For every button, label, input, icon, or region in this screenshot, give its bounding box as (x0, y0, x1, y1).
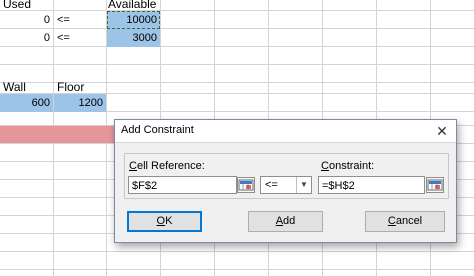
cell-reference-label-text: ell Reference: (136, 160, 205, 172)
wall-value-cell[interactable]: 600 (0, 94, 53, 112)
add-button-label: dd (283, 215, 296, 227)
constraint-input[interactable]: =$H$2 (318, 176, 425, 194)
range-select-icon[interactable] (426, 177, 444, 193)
available-cell-row1[interactable]: 10000 (107, 11, 160, 29)
cancel-button[interactable]: Cancel (365, 211, 445, 232)
used-cell-row2[interactable]: 0 (0, 29, 50, 47)
close-icon[interactable]: ✕ (432, 122, 452, 140)
dialog-title: Add Constraint (121, 124, 194, 136)
operator-select-value: <= (265, 179, 278, 191)
cell-reference-label: Cell Reference: (129, 160, 205, 172)
row-divider (0, 251, 474, 252)
constraint-label: Constraint: (321, 160, 374, 172)
row-divider (0, 269, 474, 270)
chevron-down-icon[interactable]: ▼ (296, 177, 311, 193)
constraint-label-text: onstraint: (328, 160, 375, 172)
dialog-titlebar[interactable]: Add Constraint ✕ (115, 120, 456, 143)
cancel-button-label: ancel (395, 215, 423, 227)
add-button[interactable]: Add (248, 211, 323, 232)
add-constraint-dialog: Add Constraint ✕ Cell Reference: $F$2 <=… (114, 119, 457, 243)
operator-cell-row1[interactable]: <= (57, 11, 105, 29)
constraint-label-accesskey: C (321, 160, 329, 172)
ok-button-label: K (165, 215, 173, 227)
cell-reference-input[interactable]: $F$2 (128, 176, 237, 194)
operator-select[interactable]: <= ▼ (260, 176, 312, 194)
available-cell-row2[interactable]: 3000 (107, 29, 160, 47)
cancel-button-accesskey: C (387, 215, 396, 227)
range-select-icon[interactable] (237, 177, 255, 193)
used-cell-row1[interactable]: 0 (0, 11, 50, 29)
cell-reference-label-accesskey: C (129, 160, 137, 172)
floor-value-cell[interactable]: 1200 (54, 94, 106, 112)
operator-cell-row2[interactable]: <= (57, 29, 105, 47)
add-button-accesskey: A (275, 215, 284, 227)
ok-button-accesskey: O (156, 215, 166, 227)
row-divider (0, 64, 474, 65)
ok-button[interactable]: OK (127, 211, 202, 232)
highlighted-cell-range[interactable] (0, 126, 114, 143)
